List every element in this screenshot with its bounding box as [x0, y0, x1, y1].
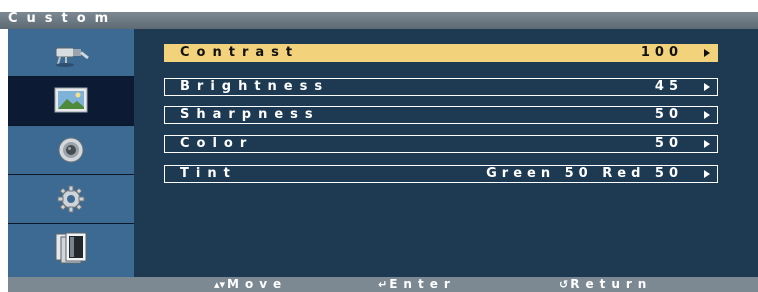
tab-sound[interactable]	[8, 126, 134, 174]
item-label: Contrast	[180, 45, 300, 60]
category-sidebar	[8, 29, 134, 277]
arrow-right-icon	[704, 140, 710, 148]
menu-item-sharpness[interactable]: Sharpness 50	[164, 106, 718, 124]
settings-gear-icon	[57, 185, 85, 213]
return-icon: ↺	[559, 278, 569, 291]
tab-multi-control[interactable]	[8, 224, 134, 272]
item-label: Color	[180, 136, 254, 151]
input-plug-icon	[55, 47, 89, 67]
item-value: 50	[654, 136, 683, 151]
menu-item-brightness[interactable]: Brightness 45	[164, 78, 718, 96]
move-label: Move	[227, 277, 288, 291]
menu-item-tint[interactable]: Tint Green 50 Red 50	[164, 165, 718, 183]
return-hint: ↺ Return	[559, 277, 652, 292]
move-hint: ▴▾ Move	[214, 277, 287, 292]
item-value: 100	[640, 45, 683, 60]
menu-item-color[interactable]: Color 50	[164, 135, 718, 153]
item-value: 45	[654, 79, 683, 94]
item-label: Sharpness	[180, 107, 320, 122]
arrow-right-icon	[704, 49, 710, 57]
enter-label: Enter	[389, 277, 456, 291]
multi-screen-icon	[55, 232, 87, 264]
arrow-right-icon	[704, 170, 710, 178]
enter-hint: ↵ Enter	[378, 277, 456, 292]
item-value: Green 50 Red 50	[486, 166, 683, 181]
tab-setup[interactable]	[8, 175, 134, 223]
title-bar: Custom	[0, 11, 758, 29]
enter-icon: ↵	[378, 278, 388, 291]
item-label: Tint	[180, 166, 237, 181]
item-label: Brightness	[180, 79, 330, 94]
tab-input[interactable]	[8, 29, 134, 77]
item-value: 50	[654, 107, 683, 122]
arrow-right-icon	[704, 111, 710, 119]
tab-picture[interactable]	[8, 77, 134, 125]
osd-menu: Custom Contrast 100 Brightness 45 Sharpn…	[0, 0, 758, 292]
up-down-arrows-icon: ▴▾	[214, 278, 226, 291]
navigation-hints-bar: ▴▾ Move ↵ Enter ↺ Return	[8, 277, 758, 292]
settings-panel: Contrast 100 Brightness 45 Sharpness 50 …	[134, 29, 758, 277]
menu-title: Custom	[8, 11, 118, 26]
return-label: Return	[570, 277, 653, 291]
menu-item-contrast[interactable]: Contrast 100	[164, 44, 718, 62]
arrow-right-icon	[704, 83, 710, 91]
picture-icon	[54, 87, 88, 113]
speaker-icon	[58, 137, 84, 163]
